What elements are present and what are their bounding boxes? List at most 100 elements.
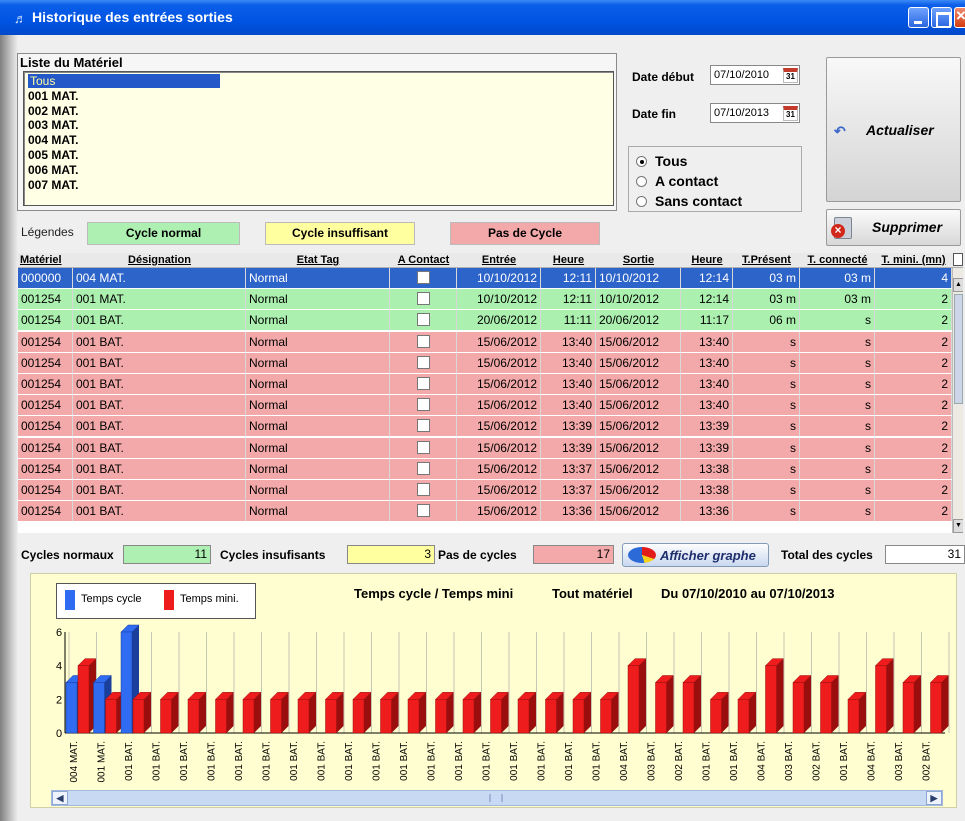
- table-row[interactable]: 001254 001 BAT. Normal 15/06/2012 13:40 15/06…: [18, 331, 952, 352]
- bar-temps-mini-side: [941, 675, 949, 733]
- show-graph-button[interactable]: Afficher graphe: [622, 543, 769, 567]
- material-list-item[interactable]: 006 MAT.: [28, 163, 78, 177]
- column-header[interactable]: Entrée: [457, 253, 541, 268]
- contact-checkbox-cell[interactable]: [390, 458, 457, 479]
- scroll-grip[interactable]: [489, 794, 503, 802]
- table-cell: 15/06/2012: [457, 458, 541, 479]
- material-list-item[interactable]: 005 MAT.: [28, 148, 78, 162]
- table-cell: 2: [875, 501, 952, 522]
- table-vertical-scrollbar[interactable]: ▲ ▼: [952, 268, 963, 533]
- material-list-item[interactable]: 001 MAT.: [28, 89, 78, 103]
- x-tick-label: 004 BAT.: [619, 741, 630, 781]
- column-header[interactable]: Désignation: [73, 253, 246, 268]
- table-row[interactable]: 001254 001 BAT. Normal 15/06/2012 13:40 15/06…: [18, 395, 952, 416]
- contact-checkbox-cell[interactable]: [390, 310, 457, 331]
- column-header[interactable]: T. connecté: [800, 253, 875, 268]
- scroll-thumb[interactable]: [954, 294, 963, 404]
- contact-checkbox-cell[interactable]: [390, 480, 457, 500]
- table-row[interactable]: 001254 001 BAT. Normal 15/06/2012 13:37 15/06…: [18, 458, 952, 479]
- calendar-icon[interactable]: 31: [783, 106, 798, 121]
- contact-checkbox-cell[interactable]: [390, 395, 457, 416]
- scroll-down-icon[interactable]: ▼: [953, 519, 963, 533]
- contact-checkbox-cell[interactable]: [390, 352, 457, 373]
- checkbox[interactable]: [416, 313, 430, 327]
- table-cell: 001254: [18, 289, 73, 310]
- contact-checkbox-cell[interactable]: [390, 268, 457, 288]
- table-cell: s: [733, 352, 800, 373]
- checkbox[interactable]: [416, 504, 430, 518]
- minimize-button[interactable]: [908, 7, 929, 28]
- bar-temps-mini-side: [391, 692, 399, 733]
- contact-checkbox-cell[interactable]: [390, 331, 457, 352]
- title-bar[interactable]: ♬ Historique des entrées sorties: [0, 0, 965, 35]
- bar-temps-mini-side: [776, 658, 784, 733]
- contact-checkbox-cell[interactable]: [390, 374, 457, 394]
- bar-temps-mini: [270, 699, 282, 734]
- chart-horizontal-scrollbar[interactable]: ◀ ▶: [51, 790, 943, 806]
- radio-button-icon[interactable]: [636, 156, 647, 167]
- table-cell: 2: [875, 352, 952, 373]
- checkbox[interactable]: [416, 271, 430, 284]
- table-row[interactable]: 000000 004 MAT. Normal 10/10/2012 12:11 10/10…: [18, 268, 952, 288]
- table-cell: 001 BAT.: [73, 458, 246, 479]
- checkbox[interactable]: [416, 419, 430, 433]
- delete-button[interactable]: Supprimer: [826, 209, 961, 246]
- radio-button-icon[interactable]: [636, 196, 647, 207]
- scroll-right-icon[interactable]: ▶: [926, 791, 942, 805]
- scroll-up-icon[interactable]: ▲: [953, 278, 963, 292]
- contact-checkbox-cell[interactable]: [390, 437, 457, 458]
- maximize-button[interactable]: [931, 7, 952, 28]
- table-cell: s: [800, 331, 875, 352]
- column-header[interactable]: Matériel: [18, 253, 73, 268]
- column-header[interactable]: T.Présent: [733, 253, 800, 268]
- column-header[interactable]: Sortie: [596, 253, 681, 268]
- radio-label: Sans contact: [655, 193, 743, 209]
- material-list-item[interactable]: 004 MAT.: [28, 133, 78, 147]
- contact-checkbox-cell[interactable]: [390, 289, 457, 310]
- table-row[interactable]: 001254 001 BAT. Normal 15/06/2012 13:40 15/06…: [18, 352, 952, 373]
- table-row[interactable]: 001254 001 BAT. Normal 15/06/2012 13:40 15/06…: [18, 374, 952, 394]
- checkbox[interactable]: [416, 377, 430, 390]
- checkbox[interactable]: [416, 355, 430, 369]
- column-header[interactable]: Etat Tag: [246, 253, 390, 268]
- table-cell: 15/06/2012: [596, 331, 681, 352]
- checkbox[interactable]: [416, 398, 430, 412]
- checkbox[interactable]: [416, 292, 430, 306]
- checkbox[interactable]: [416, 461, 430, 475]
- table-row[interactable]: 001254 001 BAT. Normal 15/06/2012 13:36 15/06…: [18, 501, 952, 522]
- start-date-field[interactable]: 07/10/2010 31: [710, 65, 800, 85]
- material-list-item[interactable]: 002 MAT.: [28, 104, 78, 118]
- calendar-icon[interactable]: 31: [783, 68, 798, 83]
- column-header[interactable]: Heure: [681, 253, 733, 268]
- material-list[interactable]: Tous 001 MAT. 002 MAT. 003 MAT. 004 MAT. 005 …: [23, 71, 614, 206]
- bar-temps-mini-side: [336, 692, 344, 733]
- bar-temps-mini: [710, 699, 722, 734]
- radio-button-icon[interactable]: [636, 176, 647, 187]
- end-date-field[interactable]: 07/10/2013 31: [710, 103, 800, 123]
- column-header[interactable]: Heure: [541, 253, 596, 268]
- table-cell: 001254: [18, 501, 73, 522]
- table-row[interactable]: 001254 001 MAT. Normal 10/10/2012 12:11 10/10…: [18, 289, 952, 310]
- refresh-button[interactable]: ↶ Actualiser: [826, 57, 961, 202]
- contact-checkbox-cell[interactable]: [390, 416, 457, 437]
- material-list-item[interactable]: 007 MAT.: [28, 178, 78, 192]
- table-row[interactable]: 001254 001 BAT. Normal 20/06/2012 11:11 20/06…: [18, 310, 952, 331]
- table-cell: 001 MAT.: [73, 289, 246, 310]
- scroll-left-icon[interactable]: ◀: [52, 791, 68, 805]
- close-button[interactable]: [954, 6, 965, 28]
- checkbox[interactable]: [416, 334, 430, 348]
- column-header[interactable]: T. mini. (mn): [875, 253, 952, 268]
- table-cell: 15/06/2012: [457, 416, 541, 437]
- checkbox[interactable]: [416, 440, 430, 454]
- table-row[interactable]: 001254 001 BAT. Normal 15/06/2012 13:39 15/06…: [18, 416, 952, 437]
- x-tick-label: 003 BAT.: [647, 741, 658, 781]
- table-row[interactable]: 001254 001 BAT. Normal 15/06/2012 13:39 15/06…: [18, 437, 952, 458]
- material-list-item[interactable]: Tous: [28, 74, 220, 88]
- column-header[interactable]: A Contact: [390, 253, 457, 268]
- material-list-item[interactable]: 003 MAT.: [28, 118, 78, 132]
- table-row[interactable]: 001254 001 BAT. Normal 15/06/2012 13:37 15/06…: [18, 480, 952, 500]
- column-chooser-icon[interactable]: [953, 253, 963, 266]
- checkbox[interactable]: [416, 483, 430, 496]
- table-cell: Normal: [246, 416, 390, 437]
- contact-checkbox-cell[interactable]: [390, 501, 457, 522]
